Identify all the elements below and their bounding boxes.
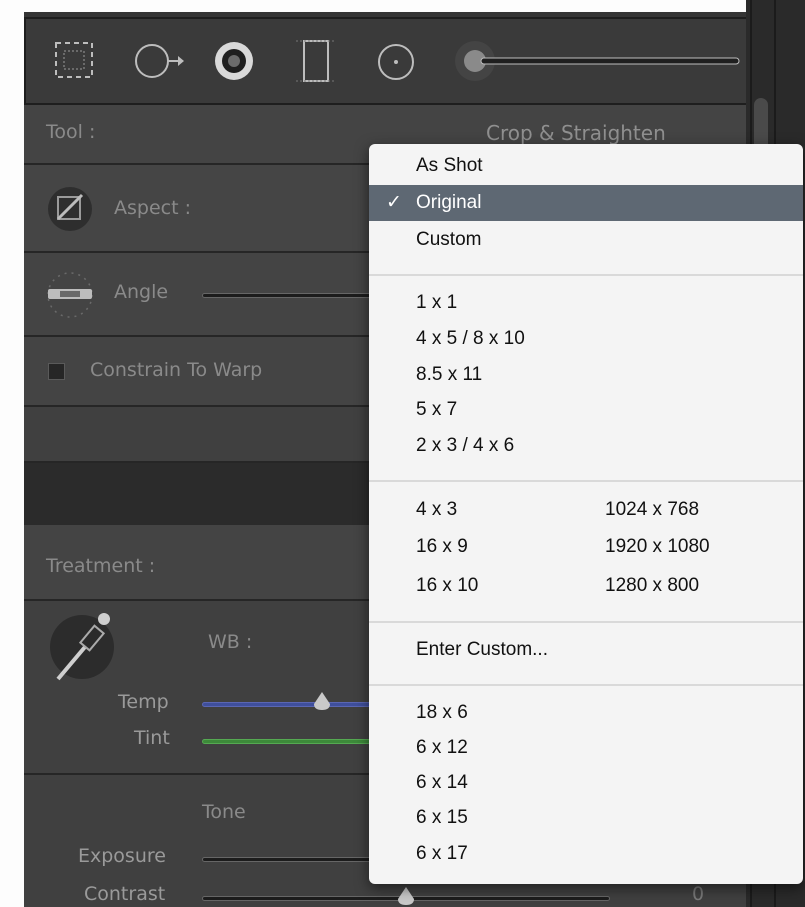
menu-separator bbox=[369, 621, 803, 623]
wb-label: WB : bbox=[208, 631, 253, 653]
contrast-label: Contrast bbox=[84, 883, 166, 905]
menu-separator bbox=[369, 274, 803, 276]
menu-item-4x5[interactable]: 4 x 5 / 8 x 10 bbox=[369, 321, 803, 357]
menu-item-custom[interactable]: Custom bbox=[369, 222, 803, 258]
spot-removal-icon[interactable] bbox=[134, 41, 184, 81]
menu-separator bbox=[369, 684, 803, 686]
menu-item-1x1[interactable]: 1 x 1 bbox=[369, 285, 803, 321]
radial-filter-icon[interactable] bbox=[374, 41, 418, 83]
crop-angle-icon[interactable] bbox=[46, 185, 94, 233]
menu-item-5x7[interactable]: 5 x 7 bbox=[369, 392, 803, 428]
graduated-filter-icon[interactable] bbox=[294, 37, 338, 85]
menu-item-2x3[interactable]: 2 x 3 / 4 x 6 bbox=[369, 428, 803, 464]
straighten-level-icon[interactable] bbox=[44, 269, 96, 321]
contrast-slider-thumb[interactable] bbox=[396, 887, 416, 907]
crop-overlay-icon[interactable] bbox=[52, 39, 96, 81]
menu-separator bbox=[369, 480, 803, 482]
menu-item-16x10[interactable]: 16 x 10 1280 x 800 bbox=[369, 568, 803, 604]
temp-label: Temp bbox=[118, 691, 169, 713]
menu-item-original[interactable]: ✓ Original bbox=[369, 185, 803, 221]
menu-item-6x17[interactable]: 6 x 17 bbox=[369, 836, 803, 872]
tool-value: Crop & Straighten bbox=[486, 121, 666, 145]
red-eye-icon[interactable] bbox=[212, 39, 256, 83]
constrain-checkbox[interactable] bbox=[48, 363, 65, 380]
menu-item-4x3[interactable]: 4 x 3 1024 x 768 bbox=[369, 492, 803, 528]
menu-item-8.5x11[interactable]: 8.5 x 11 bbox=[369, 357, 803, 393]
treatment-label: Treatment : bbox=[46, 555, 156, 577]
aspect-ratio-menu: As Shot ✓ Original Custom 1 x 1 4 x 5 / … bbox=[369, 144, 803, 884]
tool-strip bbox=[24, 17, 764, 105]
aspect-label: Aspect : bbox=[114, 197, 191, 219]
menu-item-enter-custom[interactable]: Enter Custom... bbox=[369, 632, 803, 668]
constrain-label: Constrain To Warp bbox=[90, 359, 263, 381]
white-balance-selector-icon[interactable] bbox=[44, 607, 120, 687]
menu-item-as-shot[interactable]: As Shot bbox=[369, 148, 803, 184]
menu-item-18x6[interactable]: 18 x 6 bbox=[369, 695, 803, 731]
contrast-value: 0 bbox=[692, 883, 705, 905]
exposure-label: Exposure bbox=[78, 845, 166, 867]
tone-label: Tone bbox=[202, 801, 246, 823]
checkmark-icon: ✓ bbox=[386, 192, 402, 213]
angle-label: Angle bbox=[114, 281, 169, 303]
menu-item-6x12[interactable]: 6 x 12 bbox=[369, 730, 803, 766]
tool-label: Tool : bbox=[46, 121, 96, 143]
menu-item-16x9[interactable]: 16 x 9 1920 x 1080 bbox=[369, 529, 803, 565]
menu-item-6x15[interactable]: 6 x 15 bbox=[369, 800, 803, 836]
menu-item-6x14[interactable]: 6 x 14 bbox=[369, 765, 803, 801]
temp-slider-thumb[interactable] bbox=[312, 692, 332, 712]
tint-label: Tint bbox=[134, 727, 170, 749]
adjustment-brush-icon[interactable] bbox=[451, 39, 751, 83]
